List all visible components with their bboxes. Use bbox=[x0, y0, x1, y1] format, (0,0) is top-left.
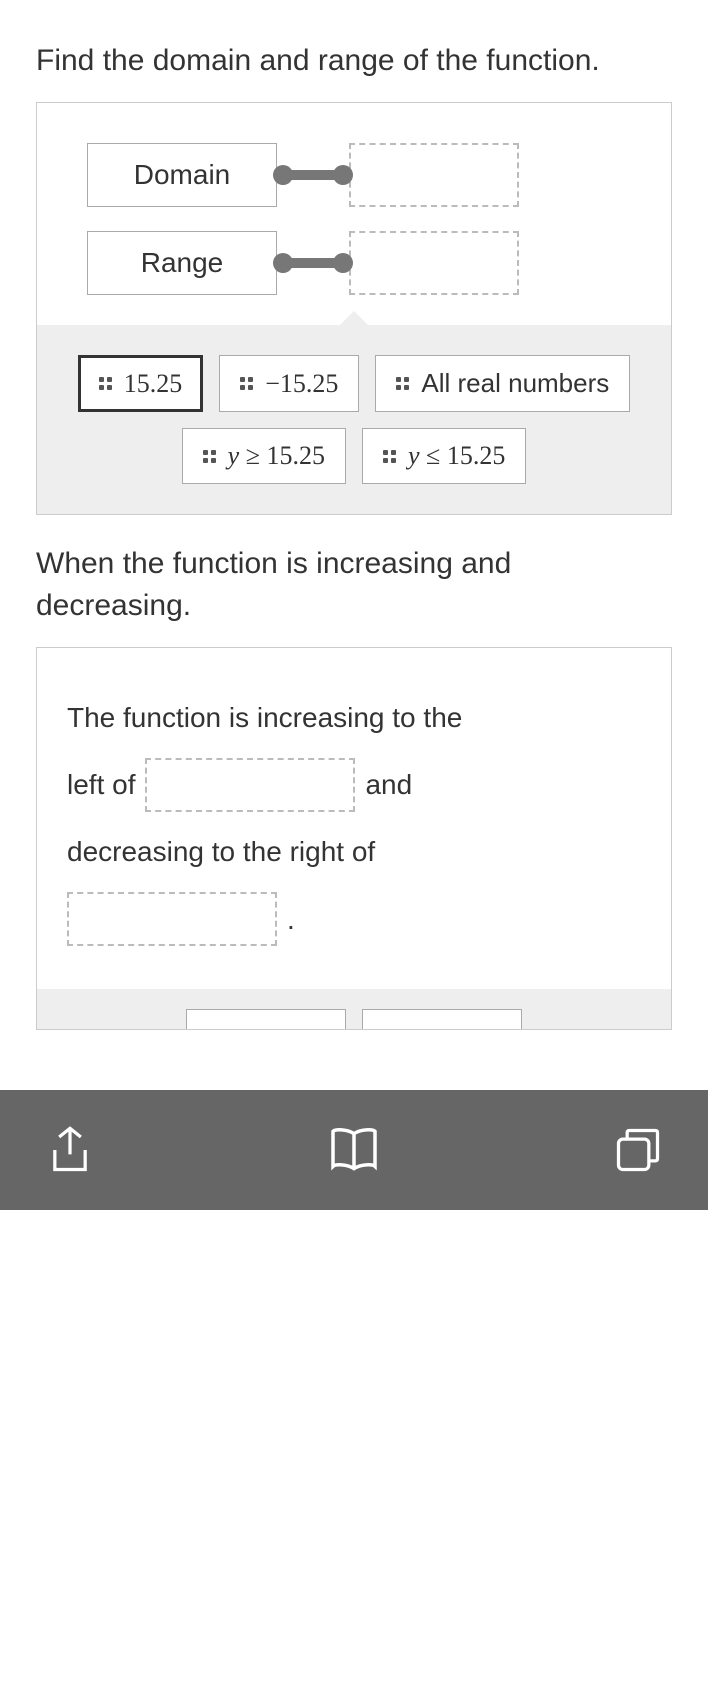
blank-2-drop-target[interactable] bbox=[67, 892, 277, 946]
fill-blank-area: The function is increasing to the left o… bbox=[37, 648, 671, 989]
fill-text: and bbox=[365, 751, 412, 818]
match-area: Domain Range bbox=[37, 103, 671, 325]
question-1-panel: Domain Range 15.25 −15.25 All real numb bbox=[36, 102, 672, 515]
bottom-toolbar bbox=[0, 1090, 708, 1210]
tabs-button[interactable] bbox=[608, 1120, 668, 1180]
fill-text: left of bbox=[67, 751, 135, 818]
chip-label: −15.25 bbox=[265, 369, 338, 399]
options-tray-2 bbox=[37, 989, 671, 1029]
question-2-prompt: When the function is increasing and decr… bbox=[36, 543, 672, 627]
option-chip-y-ge[interactable]: y ≥ 15.25 bbox=[182, 428, 346, 484]
range-drop-target[interactable] bbox=[349, 231, 519, 295]
options-tray-1: 15.25 −15.25 All real numbers y ≥ 15.25 … bbox=[37, 325, 671, 514]
book-button[interactable] bbox=[324, 1120, 384, 1180]
chip-label: 15.25 bbox=[124, 369, 183, 399]
fill-text: decreasing to the right of bbox=[67, 818, 375, 885]
connector-icon bbox=[277, 168, 349, 182]
option-chip-15-25[interactable]: 15.25 bbox=[78, 355, 204, 412]
tabs-icon bbox=[612, 1124, 664, 1176]
chip-label: All real numbers bbox=[421, 368, 609, 399]
connector-icon bbox=[277, 256, 349, 270]
drag-handle-icon bbox=[203, 450, 216, 463]
domain-drop-target[interactable] bbox=[349, 143, 519, 207]
option-chip-hidden-1[interactable] bbox=[186, 1009, 346, 1029]
share-button[interactable] bbox=[40, 1120, 100, 1180]
question-1-prompt: Find the domain and range of the functio… bbox=[36, 40, 672, 82]
chip-label: y ≥ 15.25 bbox=[228, 441, 325, 471]
range-label: Range bbox=[87, 231, 277, 295]
option-chip-hidden-2[interactable] bbox=[362, 1009, 522, 1029]
option-chip-all-real[interactable]: All real numbers bbox=[375, 355, 630, 412]
option-chip-y-le[interactable]: y ≤ 15.25 bbox=[362, 428, 526, 484]
option-chip-neg-15-25[interactable]: −15.25 bbox=[219, 355, 359, 412]
chip-label: y ≤ 15.25 bbox=[408, 441, 505, 471]
drag-handle-icon bbox=[383, 450, 396, 463]
drag-handle-icon bbox=[240, 377, 253, 390]
drag-handle-icon bbox=[396, 377, 409, 390]
fill-text: . bbox=[287, 886, 295, 953]
match-row-domain: Domain bbox=[87, 143, 621, 207]
share-icon bbox=[44, 1124, 96, 1176]
domain-label: Domain bbox=[87, 143, 277, 207]
fill-text: The function is increasing to the bbox=[67, 684, 462, 751]
question-2-panel: The function is increasing to the left o… bbox=[36, 647, 672, 1030]
match-row-range: Range bbox=[87, 231, 621, 295]
book-icon bbox=[326, 1122, 382, 1178]
drag-handle-icon bbox=[99, 377, 112, 390]
blank-1-drop-target[interactable] bbox=[145, 758, 355, 812]
